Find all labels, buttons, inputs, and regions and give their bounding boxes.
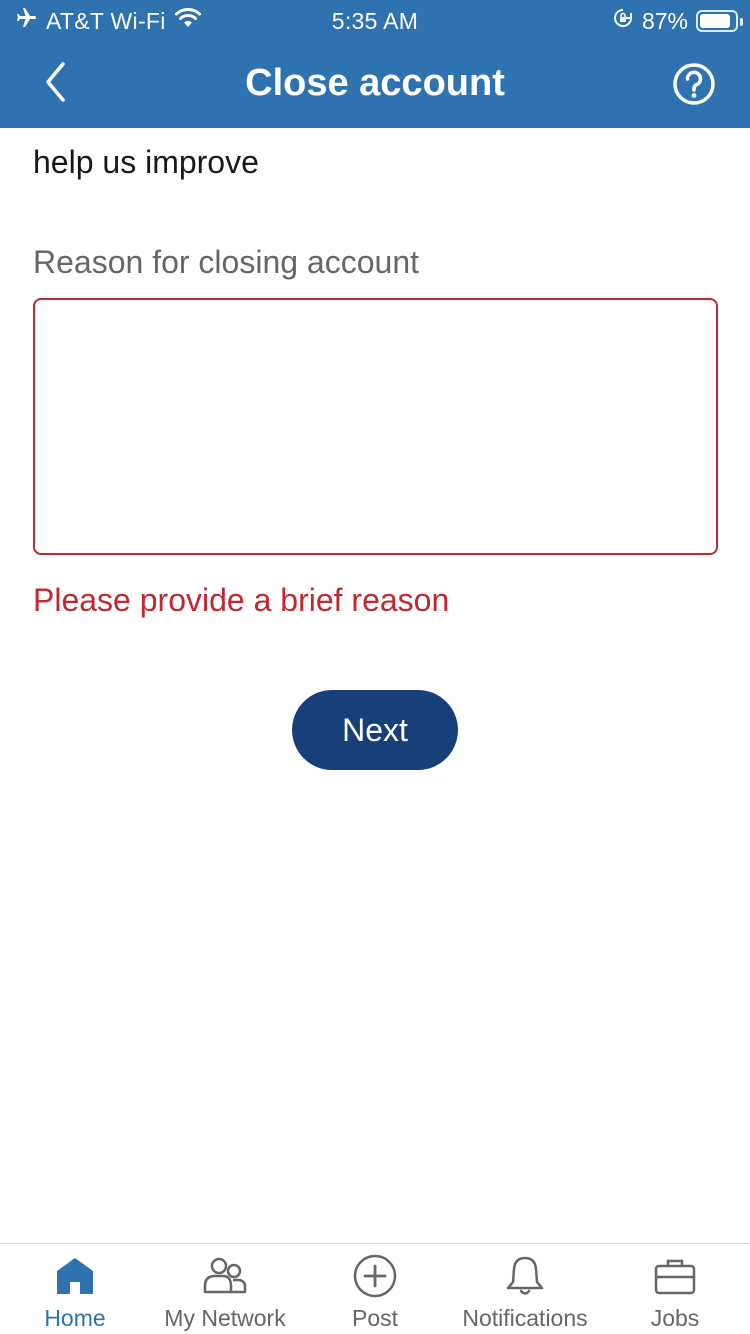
status-right: 87%	[612, 6, 743, 36]
tab-label-home: Home	[44, 1305, 106, 1331]
orientation-lock-icon	[612, 7, 634, 35]
tab-label-jobs: Jobs	[650, 1305, 700, 1331]
battery-fill	[700, 14, 730, 28]
bottom-tab-bar: Home My Network Post Notifications Jobs	[0, 1243, 750, 1334]
bell-icon	[501, 1254, 549, 1298]
next-button[interactable]: Next	[292, 690, 458, 770]
battery-cap	[740, 18, 743, 26]
battery-percent: 87%	[641, 7, 688, 34]
briefcase-icon	[651, 1254, 699, 1298]
tab-label-notifications: Notifications	[462, 1305, 588, 1331]
header-bar: AT&T Wi-Fi 5:35 AM 87% Close account	[0, 0, 750, 128]
home-icon	[51, 1254, 99, 1298]
battery-icon	[696, 10, 743, 32]
tab-notifications[interactable]: Notifications	[450, 1244, 600, 1334]
reason-label: Reason for closing account	[33, 244, 419, 280]
help-button[interactable]	[672, 62, 716, 106]
post-icon	[351, 1254, 399, 1298]
tab-label-my-network: My Network	[164, 1305, 286, 1331]
intro-text: help us improve	[33, 144, 259, 180]
error-message: Please provide a brief reason	[33, 582, 450, 618]
tab-label-post: Post	[351, 1305, 399, 1331]
close-account-screen: AT&T Wi-Fi 5:35 AM 87% Close account hel…	[0, 0, 750, 1334]
nav-bar: Close account	[0, 40, 750, 128]
status-bar: AT&T Wi-Fi 5:35 AM 87%	[0, 0, 750, 40]
tab-my-network[interactable]: My Network	[150, 1244, 300, 1334]
tab-home[interactable]: Home	[0, 1244, 150, 1334]
network-icon	[201, 1254, 249, 1298]
page-title: Close account	[245, 62, 505, 104]
reason-textarea[interactable]	[33, 298, 718, 555]
tab-post[interactable]: Post	[300, 1244, 450, 1334]
tab-jobs[interactable]: Jobs	[600, 1244, 750, 1334]
help-icon	[672, 63, 716, 110]
